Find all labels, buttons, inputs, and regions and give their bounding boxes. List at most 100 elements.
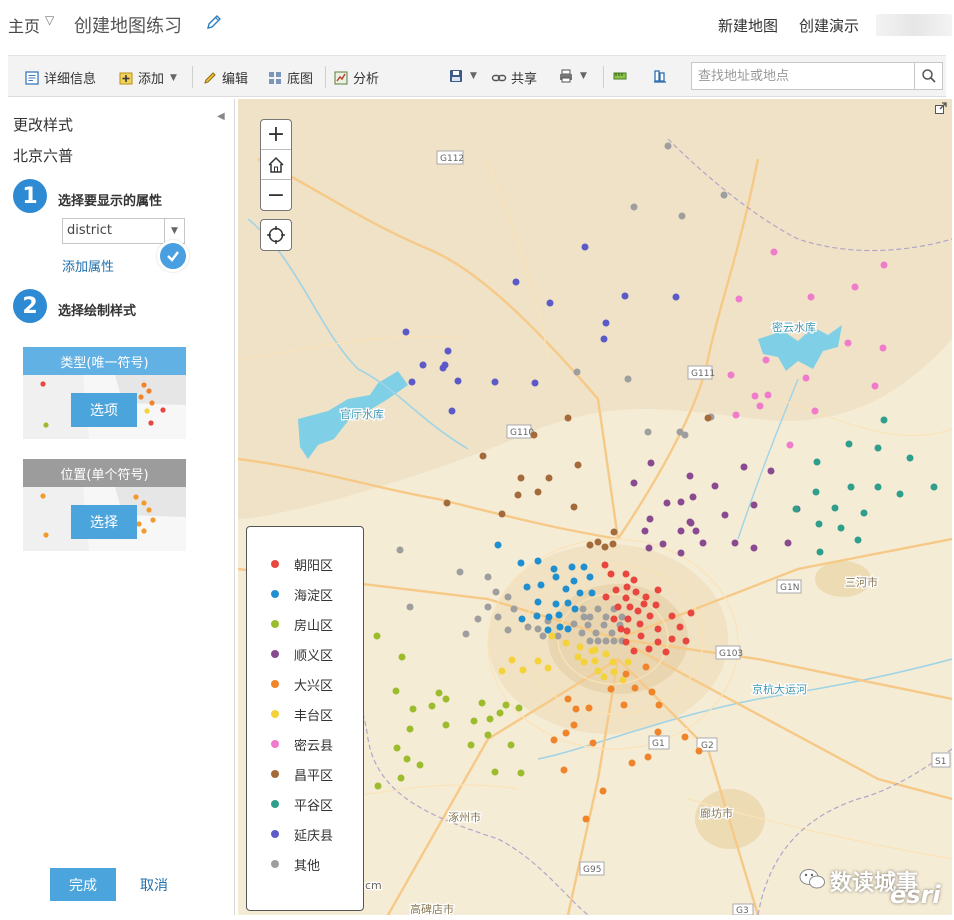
new-map-link[interactable]: 新建地图 — [718, 15, 778, 36]
locate-button[interactable] — [261, 220, 291, 250]
collapse-panel-icon[interactable]: ◀ — [217, 111, 225, 122]
zoom-controls: + − — [260, 119, 292, 211]
analysis-label: 分析 — [353, 72, 380, 87]
home-link[interactable]: 主页 — [8, 13, 40, 37]
legend-swatch — [271, 860, 279, 868]
search-button[interactable] — [914, 63, 942, 89]
style-card-unique-symbols[interactable]: 类型(唯一符号) 选项 — [23, 347, 186, 439]
search-box — [691, 62, 943, 90]
legend-item: 丰台区 — [271, 705, 334, 724]
legend-swatch — [271, 770, 279, 778]
legend-label: 顺义区 — [294, 648, 334, 664]
legend-label: 平谷区 — [294, 798, 334, 814]
legend-swatch — [271, 710, 279, 718]
style-card-unique-title: 类型(唯一符号) — [23, 347, 186, 375]
share-button[interactable]: 共享 — [491, 68, 537, 87]
legend-label: 延庆县 — [294, 828, 334, 844]
home-icon — [268, 156, 284, 173]
analysis-button[interactable]: 分析 — [333, 68, 379, 87]
legend-label: 朝阳区 — [294, 558, 334, 574]
legend-item: 密云县 — [271, 735, 334, 754]
add-layer-icon — [119, 72, 133, 84]
legend-item: 海淀区 — [271, 585, 333, 604]
place-label: 涿州市 — [448, 810, 481, 824]
legend-item: 顺义区 — [271, 645, 334, 664]
search-input[interactable] — [692, 63, 912, 89]
locate-control — [260, 219, 292, 251]
road-shield-label: G3 — [736, 906, 749, 915]
layer-name: 北京六普 — [13, 147, 74, 165]
map-view[interactable]: G112 G111 G110 G1N G103 G2 G1 G95 G3 S1 … — [238, 99, 952, 915]
legend-label: 其他 — [294, 858, 321, 874]
style-card-single-symbol[interactable]: 位置(单个符号) 选择 — [23, 459, 186, 551]
step-2-badge: 2 — [13, 289, 47, 323]
zoom-out-button[interactable]: − — [261, 180, 291, 210]
legend-item: 房山区 — [271, 615, 334, 634]
user-account-menu[interactable] — [876, 14, 952, 36]
road-shield-label: G2 — [701, 741, 714, 751]
place-label: 官厅水库 — [340, 407, 384, 421]
legend-swatch — [271, 800, 279, 808]
road-shield-label: G1 — [652, 739, 665, 749]
map-toolbar: 详细信息 添加 ▼ 编辑 底图 分析 ▼ 共享 ▼ — [8, 55, 946, 97]
map-title: 创建地图练习 — [74, 16, 182, 37]
legend-label: 丰台区 — [294, 708, 334, 724]
details-icon — [25, 70, 39, 85]
legend-swatch — [271, 830, 279, 838]
legend-label: 大兴区 — [294, 678, 334, 694]
done-button[interactable]: 完成 — [50, 868, 116, 901]
basemap-grid-icon — [269, 71, 281, 84]
create-presentation-link[interactable]: 创建演示 — [799, 15, 859, 36]
esri-logo: esri — [890, 881, 941, 909]
add-dropdown-icon: ▼ — [170, 72, 177, 83]
save-icon — [450, 70, 462, 82]
road-shield-label: G111 — [691, 369, 715, 379]
edit-title-icon[interactable] — [205, 13, 223, 31]
bookmarks-button[interactable] — [652, 68, 668, 84]
edit-button[interactable]: 编辑 — [202, 68, 248, 87]
add-attribute-link[interactable]: 添加属性 — [62, 256, 114, 275]
select-button[interactable]: 选择 — [71, 505, 137, 539]
add-button[interactable]: 添加 ▼ — [118, 68, 177, 87]
legend-item: 大兴区 — [271, 675, 334, 694]
place-label: cm — [365, 879, 382, 892]
legend-label: 房山区 — [294, 618, 334, 634]
legend-swatch — [271, 740, 279, 748]
home-extent-button[interactable] — [261, 150, 291, 180]
print-button[interactable]: ▼ — [558, 68, 587, 84]
home-dropdown-icon[interactable]: ▽ — [45, 13, 54, 27]
search-icon — [921, 69, 936, 83]
map-legend: 朝阳区 海淀区 房山区 顺义区 大兴区 丰台区 密云县 昌平区 平谷区 延庆县 … — [246, 526, 364, 911]
legend-label: 密云县 — [294, 738, 334, 754]
expand-icon[interactable] — [934, 101, 948, 115]
top-bar: 主页 ▽ 创建地图练习 新建地图 创建演示 — [0, 0, 954, 50]
step-2-label: 选择绘制样式 — [58, 304, 137, 319]
legend-item: 其他 — [271, 855, 321, 874]
place-label: 高碑店市 — [410, 902, 454, 915]
legend-swatch — [271, 650, 279, 658]
cancel-button[interactable]: 取消 — [140, 875, 168, 895]
road-shield-label: S1 — [935, 757, 946, 767]
place-label: 密云水库 — [772, 320, 816, 334]
legend-item: 延庆县 — [271, 825, 334, 844]
print-dropdown-icon: ▼ — [580, 71, 587, 81]
road-shield-label: G112 — [440, 154, 464, 164]
options-button[interactable]: 选项 — [71, 393, 137, 427]
basemap-button[interactable]: 底图 — [267, 68, 313, 87]
zoom-in-button[interactable]: + — [261, 120, 291, 150]
place-label: 三河市 — [845, 575, 878, 589]
save-button[interactable]: ▼ — [448, 68, 477, 84]
road-shield-label: G103 — [719, 649, 743, 659]
place-label: 京杭大运河 — [752, 682, 807, 696]
pencil-icon — [204, 71, 216, 84]
locate-icon — [267, 226, 285, 244]
step-1-label: 选择要显示的属性 — [58, 194, 163, 209]
step-1-badge: 1 — [13, 179, 47, 213]
style-card-single-title: 位置(单个符号) — [23, 459, 186, 487]
panel-title: 更改样式 — [13, 116, 74, 134]
legend-swatch — [271, 680, 279, 688]
toolbar-divider — [325, 66, 326, 88]
details-button[interactable]: 详细信息 — [24, 68, 96, 87]
measure-button[interactable] — [612, 68, 628, 84]
details-label: 详细信息 — [44, 72, 97, 87]
